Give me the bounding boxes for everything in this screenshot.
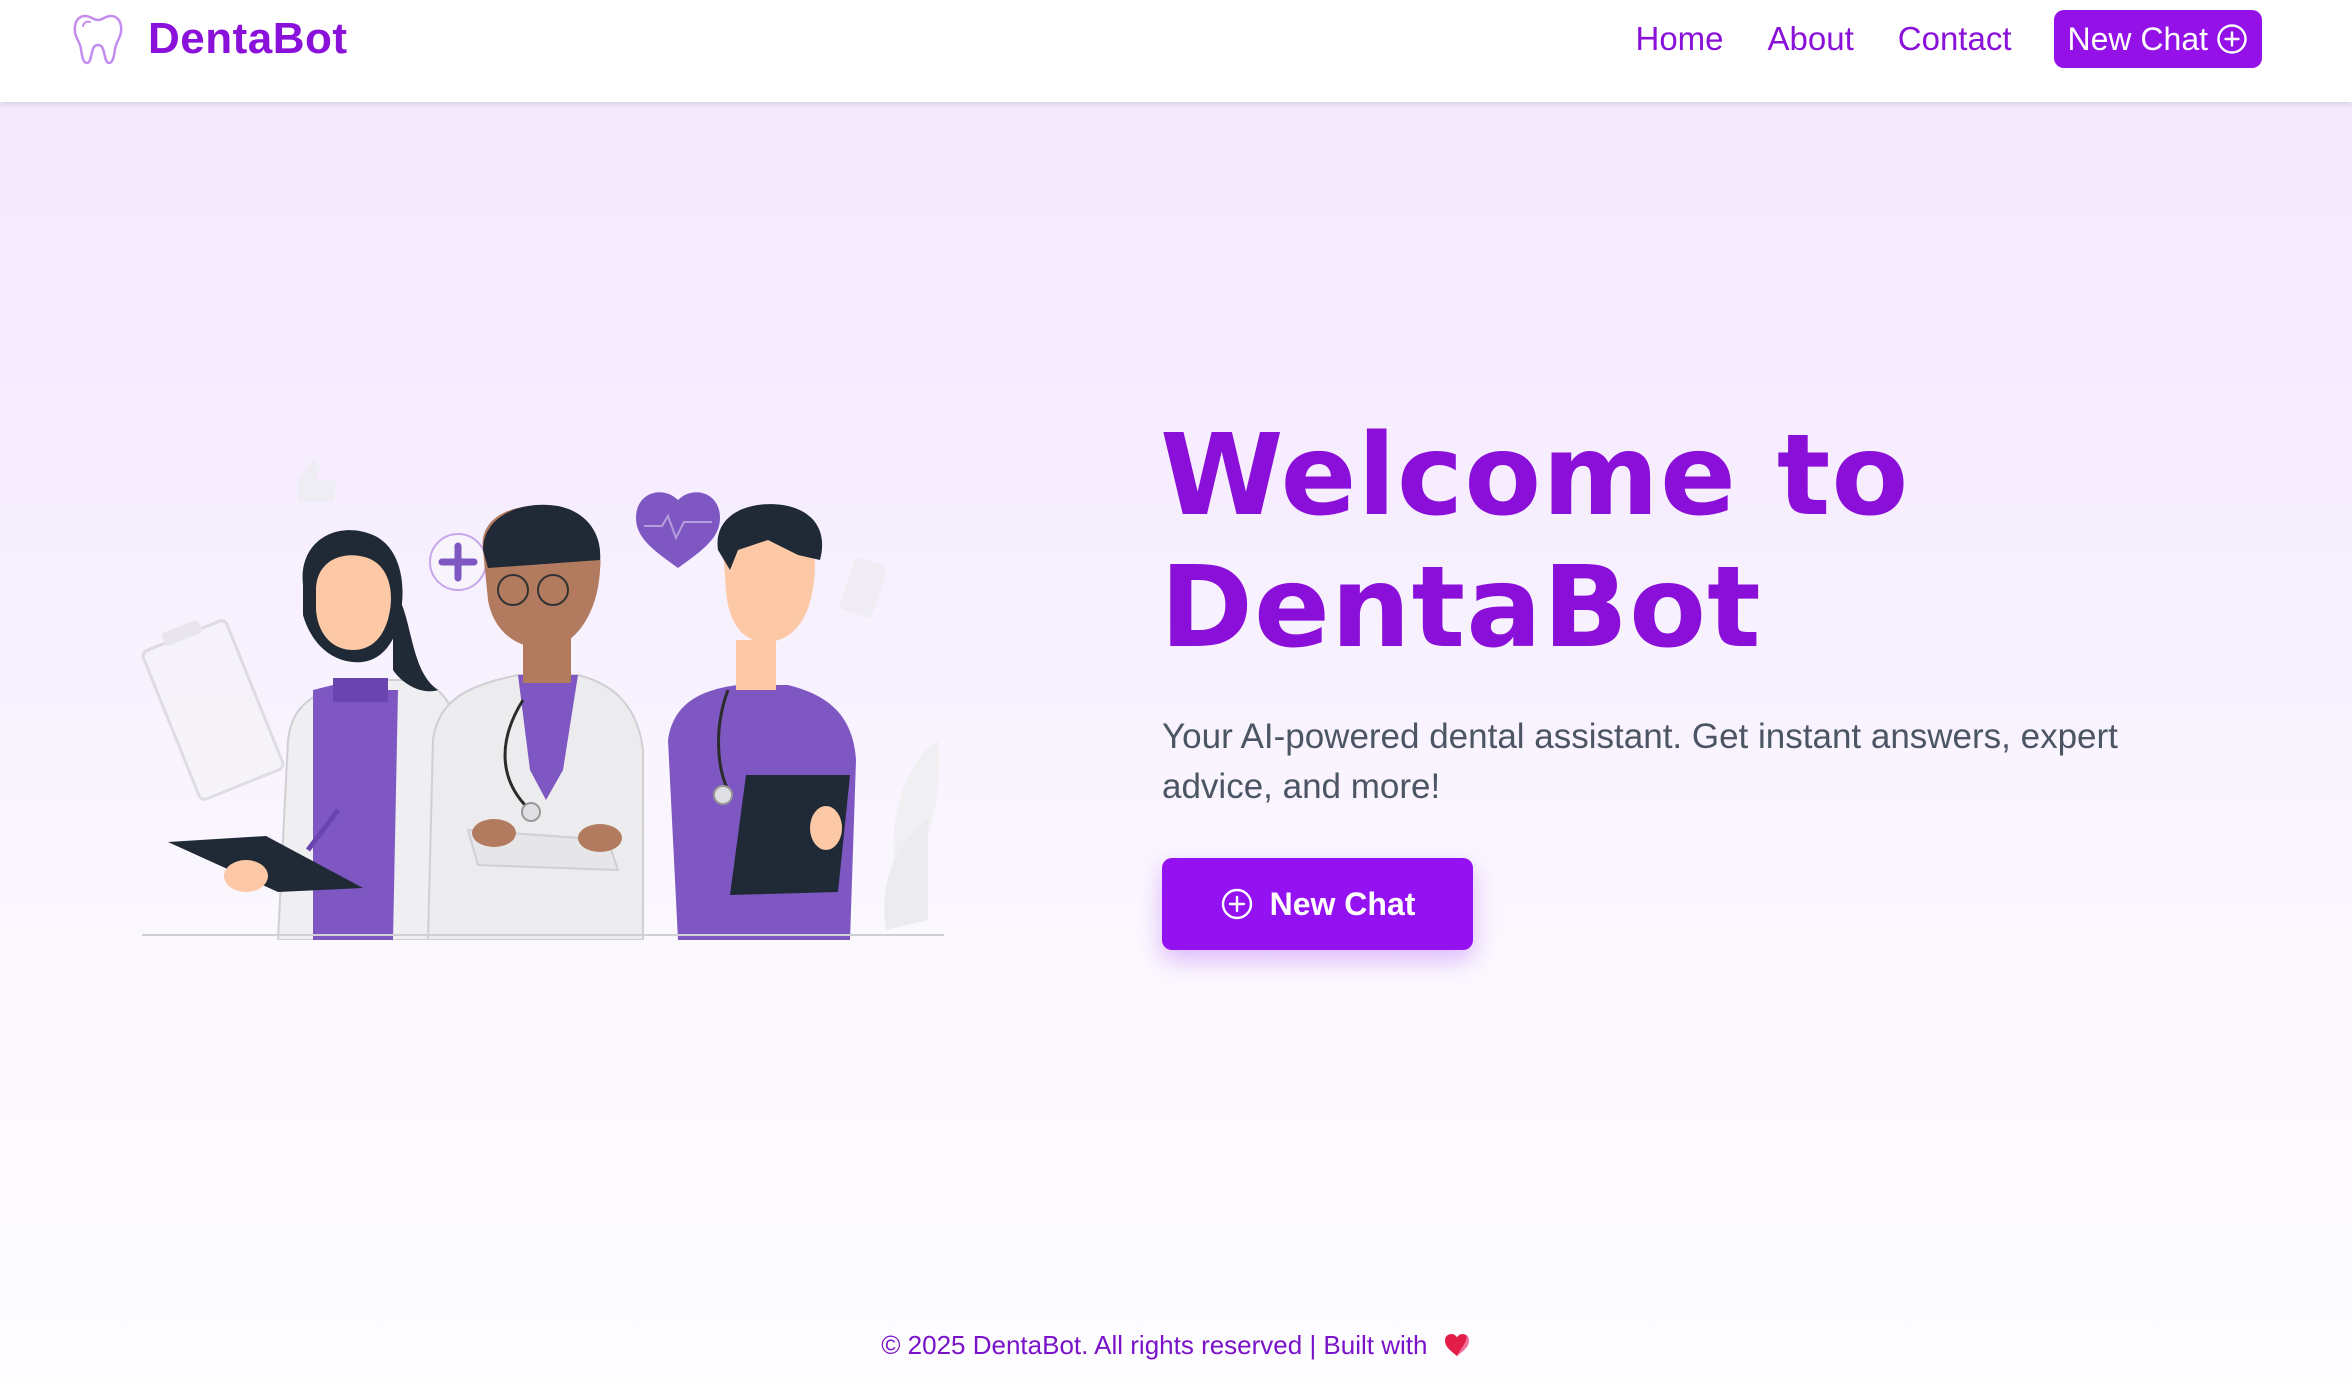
doctor-nurse — [668, 504, 856, 940]
nav-new-chat-button[interactable]: New Chat — [2053, 10, 2262, 68]
nav-home-link[interactable]: Home — [1635, 10, 1723, 68]
footer: © 2025 DentaBot. All rights reserved | B… — [0, 1330, 2352, 1361]
hero-new-chat-label: New Chat — [1269, 885, 1416, 922]
main-nav: Home About Contact New Chat — [1635, 10, 2262, 68]
hero-title-line-2: DentaBot — [1160, 543, 1762, 673]
hero-title-line-1: Welcome to — [1160, 411, 1910, 541]
medical-team-illustration — [141, 460, 944, 940]
brand-name: DentaBot — [148, 14, 348, 63]
hero-new-chat-button[interactable]: New Chat — [1162, 858, 1473, 950]
clipboard-illustration — [141, 619, 285, 801]
tooth-icon — [73, 14, 123, 65]
brand[interactable]: DentaBot — [72, 12, 348, 66]
nav-about-link[interactable]: About — [1768, 10, 1854, 68]
heart-icon — [1444, 1334, 1469, 1356]
plus-circle-icon — [2217, 24, 2247, 54]
top-navbar: DentaBot Home About Contact New Chat — [0, 0, 2352, 102]
footer-text: © 2025 DentaBot. All rights reserved | B… — [881, 1330, 1428, 1360]
hero-subtitle: Your AI-powered dental assistant. Get in… — [1162, 717, 2118, 806]
plus-circle-icon — [1221, 888, 1252, 920]
nav-contact-link[interactable]: Contact — [1898, 10, 2012, 68]
hero-title: Welcome to DentaBot — [1160, 410, 2260, 674]
nav-new-chat-label: New Chat — [2067, 20, 2209, 57]
